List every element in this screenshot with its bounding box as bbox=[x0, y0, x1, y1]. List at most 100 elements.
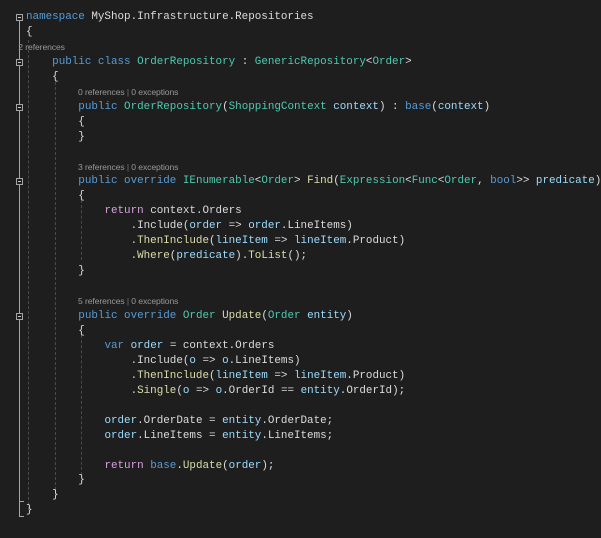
codelens-line[interactable]: 5 references | 0 exceptions bbox=[78, 294, 178, 309]
collapse-icon[interactable] bbox=[16, 58, 23, 66]
collapse-icon[interactable] bbox=[16, 103, 23, 111]
codelens-link[interactable]: 0 exceptions bbox=[131, 87, 178, 97]
code-line: } bbox=[26, 264, 85, 279]
code-token: context bbox=[326, 100, 379, 113]
code-token: .LineItems = bbox=[137, 429, 223, 442]
codelens-link[interactable]: 5 references bbox=[78, 296, 125, 306]
code-token: GenericRepository bbox=[254, 55, 366, 68]
code-token: base bbox=[150, 459, 177, 472]
codelens-link[interactable]: 0 exceptions bbox=[131, 162, 178, 172]
codelens-line[interactable]: 0 references | 0 exceptions bbox=[78, 85, 178, 100]
code-token: Order bbox=[444, 175, 478, 188]
code-token: (); bbox=[287, 250, 308, 263]
code-token: { bbox=[26, 115, 85, 128]
code-line: .ThenInclude(lineItem => lineItem.Produc… bbox=[26, 369, 406, 384]
code-token: } bbox=[26, 265, 85, 278]
code-token: predicate bbox=[535, 175, 595, 188]
code-token: ToList bbox=[248, 250, 288, 263]
code-line: { bbox=[26, 70, 59, 85]
code-token: public override bbox=[78, 175, 183, 188]
code-token: ) bbox=[483, 100, 491, 113]
code-token: namespace bbox=[26, 11, 85, 23]
code-token: Update bbox=[222, 310, 262, 322]
code-token: entity bbox=[300, 384, 340, 397]
code-token: . bbox=[26, 250, 138, 263]
code-token: } bbox=[26, 130, 85, 143]
code-token: entity bbox=[222, 414, 262, 427]
code-token: .LineItems) bbox=[280, 220, 353, 233]
code-token: ) bbox=[346, 310, 353, 322]
code-token: Expression bbox=[339, 175, 406, 188]
outline-end bbox=[19, 516, 24, 517]
codelens-link[interactable]: 3 references bbox=[78, 162, 125, 172]
code-token: lineItem bbox=[294, 369, 347, 382]
code-token: } bbox=[26, 489, 59, 502]
code-line: .Include(o => o.LineItems) bbox=[26, 354, 301, 369]
collapse-icon[interactable] bbox=[16, 178, 23, 186]
code-token: . bbox=[26, 369, 138, 382]
code-token: order bbox=[104, 414, 138, 427]
codelens-link[interactable]: 0 references bbox=[78, 87, 125, 97]
code-token: Where bbox=[137, 250, 170, 263]
code-token: >> bbox=[516, 175, 536, 188]
code-token: order bbox=[104, 429, 138, 442]
code-editor[interactable]: namespace MyShop.Infrastructure.Reposito… bbox=[0, 0, 601, 538]
code-token: ); bbox=[261, 459, 275, 472]
code-token: MyShop.Infrastructure.Repositories bbox=[84, 11, 314, 23]
code-token: public class bbox=[52, 55, 138, 68]
code-token: .LineItems; bbox=[261, 429, 334, 442]
code-token: OrderRepository bbox=[137, 55, 236, 68]
code-token: => bbox=[189, 384, 216, 397]
code-token: , bbox=[477, 175, 491, 188]
code-line: .ThenInclude(lineItem => lineItem.Produc… bbox=[26, 234, 406, 249]
code-token: { bbox=[26, 324, 85, 337]
code-line: public override Order Update(Order entit… bbox=[26, 309, 353, 324]
code-token: Order bbox=[267, 310, 301, 322]
code-line: } bbox=[26, 130, 85, 145]
code-token: order bbox=[248, 220, 281, 233]
collapse-icon[interactable] bbox=[16, 313, 23, 320]
code-token: order bbox=[130, 339, 164, 352]
code-token: base bbox=[405, 100, 432, 113]
code-line: } bbox=[26, 488, 59, 503]
code-token: ThenInclude bbox=[137, 369, 209, 382]
code-line: public class OrderRepository : GenericRe… bbox=[26, 55, 412, 70]
code-token: Func bbox=[411, 175, 438, 188]
codelens-link[interactable]: 0 exceptions bbox=[131, 296, 178, 306]
code-token: context bbox=[437, 100, 484, 113]
code-token: ) : bbox=[378, 100, 406, 113]
code-token: lineItem bbox=[215, 369, 268, 382]
code-token: .OrderDate; bbox=[261, 414, 334, 427]
code-line: public override IEnumerable<Order> Find(… bbox=[26, 174, 601, 189]
code-line: return base.Update(order); bbox=[26, 459, 274, 474]
code-token: Find bbox=[307, 175, 334, 188]
collapse-icon[interactable] bbox=[16, 14, 23, 21]
code-token: => bbox=[195, 354, 223, 367]
code-token: lineItem bbox=[294, 235, 347, 248]
codelens-line[interactable]: 3 references | 0 exceptions bbox=[78, 160, 178, 175]
code-token: Order bbox=[261, 175, 294, 188]
code-token: Order bbox=[182, 310, 223, 322]
code-token: ) bbox=[594, 175, 601, 188]
code-line: var order = context.Orders bbox=[26, 339, 274, 354]
codelens-link[interactable]: 2 references bbox=[0, 42, 65, 52]
code-token: : bbox=[235, 55, 255, 68]
code-token: => bbox=[267, 235, 294, 248]
code-line: .Where(predicate).ToList(); bbox=[26, 249, 308, 264]
code-token: .Product) bbox=[346, 369, 406, 382]
code-token: .OrderId); bbox=[339, 384, 406, 397]
code-token: context.Orders bbox=[143, 205, 242, 218]
codelens-line[interactable]: 2 references bbox=[0, 40, 65, 55]
code-token: ThenInclude bbox=[137, 235, 209, 248]
code-token: { bbox=[26, 25, 33, 38]
code-token: return bbox=[104, 459, 151, 472]
code-token: > bbox=[405, 55, 412, 68]
